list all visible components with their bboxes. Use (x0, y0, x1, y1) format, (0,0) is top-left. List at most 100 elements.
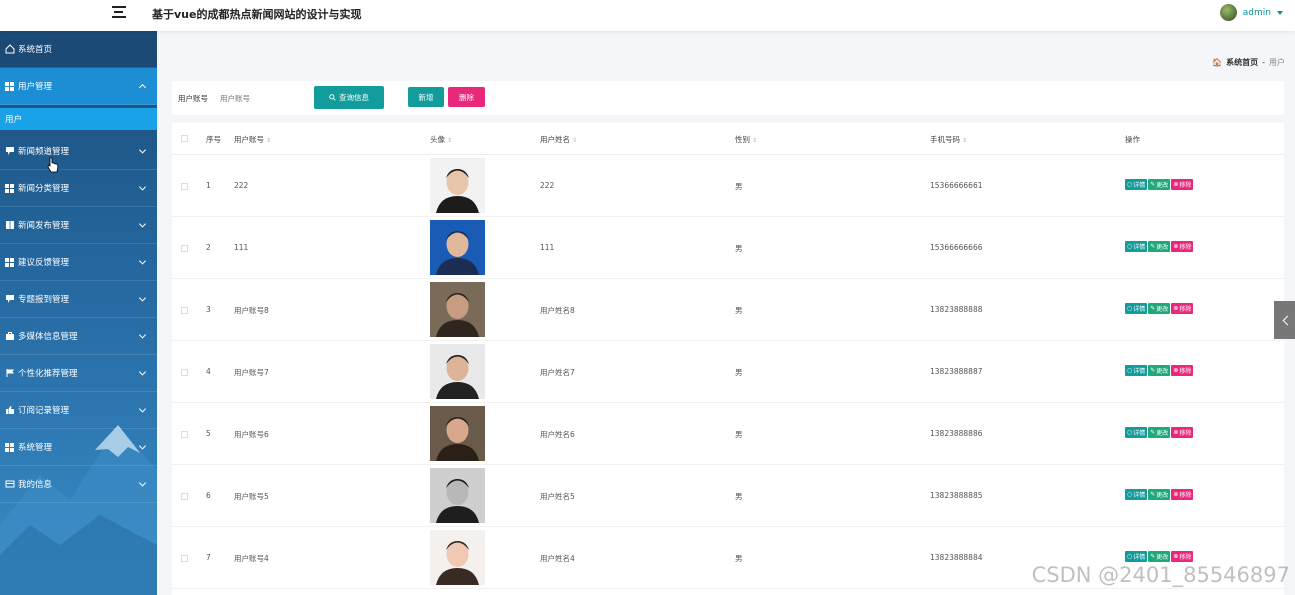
cell-name: 用户姓名7 (540, 368, 575, 377)
remove-button[interactable]: ⊗ 移除 (1171, 365, 1194, 376)
sidebar-item-6[interactable]: 专题报到管理 (0, 281, 157, 318)
cell-gender: 男 (735, 306, 743, 315)
header-name-label: 用户姓名 (540, 135, 570, 144)
chevron-down-icon (138, 220, 147, 228)
sidebar-item-5[interactable]: 建议反馈管理 (0, 244, 157, 281)
breadcrumb-current: 用户 (1269, 58, 1285, 67)
edit-button[interactable]: ✎ 更改 (1148, 303, 1171, 314)
cell-index: 6 (206, 491, 211, 500)
row-checkbox[interactable] (181, 183, 188, 190)
select-all-checkbox[interactable] (181, 135, 188, 142)
pencil-icon: ✎ (1150, 243, 1156, 250)
sidebar-item-0[interactable]: 系统首页 (0, 31, 157, 68)
remove-button[interactable]: ⊗ 移除 (1171, 427, 1194, 438)
sort-icon: ⇕ (962, 137, 968, 144)
menu-toggle-icon[interactable] (112, 6, 126, 20)
header-gender[interactable]: 性别 ⇕ (735, 134, 757, 145)
close-circle-icon: ⊗ (1173, 305, 1179, 312)
grid-icon (4, 257, 15, 267)
cell-phone: 13823888885 (930, 491, 983, 500)
row-actions: ○ 详情 ✎ 更改 ⊗ 移除 (1125, 551, 1194, 562)
action-panel (400, 81, 1284, 115)
row-checkbox[interactable] (181, 369, 188, 376)
avatar (430, 468, 485, 523)
row-checkbox[interactable] (181, 307, 188, 314)
header-index: 序号 (206, 135, 221, 144)
close-circle-icon: ⊗ (1173, 367, 1179, 374)
sidebar-item-4[interactable]: 新闻发布管理 (0, 207, 157, 244)
cell-name: 用户姓名5 (540, 492, 575, 501)
sidebar-subitem-users[interactable]: 用户 (0, 108, 157, 130)
edit-button[interactable]: ✎ 更改 (1148, 427, 1171, 438)
add-button[interactable]: 新增 (408, 87, 444, 107)
side-collapse-tab[interactable] (1274, 301, 1295, 339)
breadcrumb: 🏠 系统首页 - 用户 (1212, 57, 1285, 68)
cell-account: 用户账号4 (234, 554, 269, 563)
search-label: 用户账号 (178, 94, 208, 103)
header-account[interactable]: 用户账号 ⇕ (234, 134, 271, 145)
card-icon (4, 479, 15, 489)
row-checkbox[interactable] (181, 431, 188, 438)
delete-button[interactable]: 删除 (448, 87, 485, 107)
cell-phone: 15366666661 (930, 181, 983, 190)
search-input[interactable] (220, 88, 310, 108)
search-icon: ○ (1127, 553, 1133, 560)
remove-button[interactable]: ⊗ 移除 (1171, 489, 1194, 500)
search-icon: ○ (1127, 243, 1133, 250)
detail-label: 详情 (1133, 554, 1146, 561)
remove-button[interactable]: ⊗ 移除 (1171, 241, 1194, 252)
sidebar-item-3[interactable]: 新闻分类管理 (0, 170, 157, 207)
remove-label: 移除 (1179, 554, 1192, 561)
breadcrumb-home[interactable]: 系统首页 (1226, 57, 1258, 68)
search-icon: ○ (1127, 429, 1133, 436)
remove-button[interactable]: ⊗ 移除 (1171, 179, 1194, 190)
cell-account: 用户账号6 (234, 430, 269, 439)
edit-button[interactable]: ✎ 更改 (1148, 551, 1171, 562)
detail-button[interactable]: ○ 详情 (1125, 179, 1148, 190)
pencil-icon: ✎ (1150, 367, 1156, 374)
remove-button[interactable]: ⊗ 移除 (1171, 303, 1194, 314)
sidebar-item-7[interactable]: 多媒体信息管理 (0, 318, 157, 355)
sidebar-item-2[interactable]: 新闻频道管理 (0, 133, 157, 170)
detail-button[interactable]: ○ 详情 (1125, 489, 1148, 500)
detail-button[interactable]: ○ 详情 (1125, 241, 1148, 252)
cell-phone: 15366666666 (930, 243, 983, 252)
cell-index: 3 (206, 305, 211, 314)
edit-button[interactable]: ✎ 更改 (1148, 365, 1171, 376)
edit-button[interactable]: ✎ 更改 (1148, 241, 1171, 252)
sidebar-item-11[interactable]: 我的信息 (0, 466, 157, 503)
cell-account: 222 (234, 181, 249, 190)
edit-button[interactable]: ✎ 更改 (1148, 179, 1171, 190)
search-icon: ○ (1127, 305, 1133, 312)
edit-label: 更改 (1156, 306, 1169, 313)
sidebar-item-1[interactable]: 用户管理 (0, 68, 157, 105)
edit-button[interactable]: ✎ 更改 (1148, 489, 1171, 500)
detail-button[interactable]: ○ 详情 (1125, 303, 1148, 314)
remove-button[interactable]: ⊗ 移除 (1171, 551, 1194, 562)
cell-name: 111 (540, 243, 555, 252)
remove-label: 移除 (1179, 182, 1192, 189)
header-avatar[interactable]: 头像 ⇕ (430, 134, 452, 145)
detail-button[interactable]: ○ 详情 (1125, 427, 1148, 438)
sidebar-item-label: 建议反馈管理 (18, 258, 70, 268)
row-actions: ○ 详情 ✎ 更改 ⊗ 移除 (1125, 303, 1194, 314)
cell-index: 5 (206, 429, 211, 438)
user-menu[interactable]: admin (1219, 4, 1283, 21)
header-phone[interactable]: 手机号码 ⇕ (930, 134, 967, 145)
row-actions: ○ 详情 ✎ 更改 ⊗ 移除 (1125, 427, 1194, 438)
chevron-down-icon (138, 257, 147, 265)
row-checkbox[interactable] (181, 555, 188, 562)
remove-label: 移除 (1179, 306, 1192, 313)
sidebar-item-9[interactable]: 订阅记录管理 (0, 392, 157, 429)
user-name: admin (1242, 7, 1271, 18)
row-checkbox[interactable] (181, 493, 188, 500)
sidebar-item-8[interactable]: 个性化推荐管理 (0, 355, 157, 392)
detail-button[interactable]: ○ 详情 (1125, 365, 1148, 376)
row-checkbox[interactable] (181, 245, 188, 252)
sidebar-item-10[interactable]: 系统管理 (0, 429, 157, 466)
table-row: 4 用户账号7 用户姓名7 男 13823888887 ○ 详情 ✎ 更改 ⊗ 移除 (172, 341, 1284, 403)
query-button[interactable]: 查询信息 (314, 86, 384, 109)
detail-button[interactable]: ○ 详情 (1125, 551, 1148, 562)
header-name[interactable]: 用户姓名 ⇕ (540, 134, 577, 145)
chevron-down-icon (138, 331, 147, 339)
